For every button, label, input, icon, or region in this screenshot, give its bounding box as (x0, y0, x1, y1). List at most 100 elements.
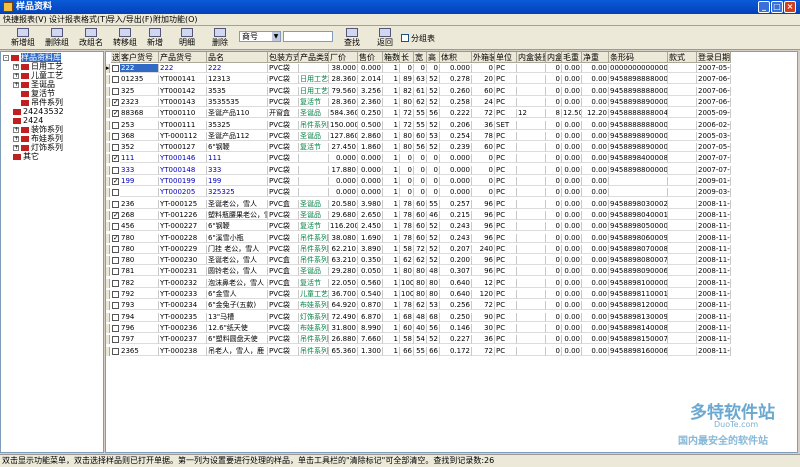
grid-cell[interactable]: 0 (400, 165, 414, 175)
grid-cell[interactable] (668, 256, 697, 266)
grid-cell[interactable]: YT-000112 (159, 131, 207, 141)
grid-cell[interactable] (517, 233, 546, 243)
grid-cell[interactable]: YT000142 (159, 86, 207, 96)
grid-cell[interactable] (517, 75, 546, 85)
grid-cell[interactable]: 46 (427, 210, 440, 220)
menu-quick-report[interactable]: 快捷报表(V) (3, 15, 47, 25)
row-indicator[interactable] (106, 312, 110, 322)
grid-cell[interactable]: PVC袋 (268, 346, 299, 356)
grid-cell[interactable]: 0.00 (562, 323, 582, 333)
row-select-checkbox[interactable] (112, 245, 119, 253)
grid-cell[interactable] (668, 222, 697, 232)
grid-cell[interactable]: 0.00 (562, 244, 582, 254)
row-indicator[interactable] (106, 165, 110, 175)
grid-cell[interactable]: 0 (546, 290, 562, 299)
grid-cell[interactable]: 30 (472, 323, 495, 333)
grid-cell[interactable]: 80 (400, 267, 414, 277)
rename-group-button[interactable]: 改组名 (76, 27, 106, 49)
grid-cell[interactable]: 222 (207, 64, 268, 73)
grid-cell[interactable]: 60 (414, 210, 427, 220)
grid-cell[interactable]: 0.00 (582, 165, 609, 175)
grid-cell[interactable]: PC (495, 256, 517, 266)
grid-cell[interactable]: YT-000234 (159, 301, 207, 311)
grid-cell[interactable]: 38.000 (329, 64, 358, 73)
grid-cell[interactable]: 3535 (207, 86, 268, 96)
grid-cell[interactable]: 0.215 (440, 210, 472, 220)
row-select-checkbox[interactable] (112, 144, 119, 152)
grid-cell[interactable]: 82 (400, 86, 414, 96)
grid-cell[interactable]: 79.560 (329, 86, 358, 96)
tree-node[interactable]: 复活节 (21, 90, 55, 98)
grid-cell[interactable]: 52 (427, 120, 440, 130)
grid-cell[interactable]: 9458898030002 (609, 199, 668, 209)
grid-cell[interactable] (668, 177, 697, 186)
grid-cell[interactable]: 100 (400, 290, 414, 299)
grid-cell[interactable]: 78 (400, 199, 414, 209)
grid-cell[interactable]: PC (495, 301, 517, 311)
grid-cell[interactable]: 236 (120, 199, 159, 209)
grid-cell[interactable]: 62 (414, 256, 427, 266)
grid-cell[interactable]: 2007-07-17 (697, 154, 731, 164)
grid-cell[interactable]: 52 (427, 143, 440, 153)
grid-cell[interactable]: 0 (546, 323, 562, 333)
grid-cell[interactable]: 1 (383, 301, 400, 311)
grid-cell[interactable]: 0.500 (358, 120, 383, 130)
grid-cell[interactable]: 0.222 (440, 109, 472, 119)
grid-cell[interactable]: 0 (400, 154, 414, 164)
grid-cell[interactable]: 2008-11-22 (697, 256, 731, 266)
grid-cell[interactable]: 60 (472, 143, 495, 153)
grid-cell[interactable]: 368 (120, 131, 159, 141)
grid-cell[interactable]: 3.980 (358, 199, 383, 209)
grid-cell[interactable]: PC (495, 86, 517, 96)
grid-cell[interactable]: 0.00 (582, 233, 609, 243)
grid-cell[interactable]: PC (495, 267, 517, 277)
grid-cell[interactable]: 36 (472, 120, 495, 130)
grid-cell[interactable]: 0.227 (440, 335, 472, 345)
grid-cell[interactable]: 日用工艺 (299, 86, 329, 96)
row-select-checkbox[interactable] (112, 200, 119, 208)
grid-cell[interactable]: 0 (546, 312, 562, 322)
grid-cell[interactable] (668, 244, 697, 254)
row-select-checkbox[interactable] (112, 223, 119, 231)
grid-cell[interactable]: 0 (427, 64, 440, 73)
grid-cell[interactable]: 29.280 (329, 267, 358, 277)
grid-cell[interactable]: 78 (472, 131, 495, 141)
grid-cell[interactable]: 0.00 (562, 97, 582, 107)
grid-cell[interactable]: 0.00 (562, 210, 582, 220)
grid-cell[interactable]: 96 (472, 222, 495, 232)
grid-cell[interactable] (668, 323, 697, 333)
grid-cell[interactable]: 2008-11-22 (697, 210, 731, 220)
grid-cell[interactable]: 0 (546, 165, 562, 175)
grid-cell[interactable]: 2365 (120, 346, 159, 356)
grid-cell[interactable]: 0.307 (440, 267, 472, 277)
grid-cell[interactable] (668, 290, 697, 299)
grid-cell[interactable]: 0.250 (440, 312, 472, 322)
grid-cell[interactable] (517, 188, 546, 198)
grid-cell[interactable]: 0.00 (582, 86, 609, 96)
grid-cell[interactable]: 0.540 (358, 290, 383, 299)
minimize-icon[interactable]: _ (758, 1, 770, 13)
grid-cell[interactable] (668, 188, 697, 198)
grid-cell[interactable]: 65.360 (329, 346, 358, 356)
row-select-checkbox[interactable] (112, 336, 119, 344)
grid-cell[interactable]: 0 (546, 86, 562, 96)
grid-cell[interactable]: 2007-06-09 (697, 75, 731, 85)
grid-cell[interactable]: PC (495, 210, 517, 220)
grid-cell[interactable]: 2008-11-22 (697, 278, 731, 288)
grid-cell[interactable]: 9458898800000 (609, 165, 668, 175)
grid-cell[interactable]: 0.00 (582, 210, 609, 220)
grid-cell[interactable]: 0.00 (562, 165, 582, 175)
grid-cell[interactable]: YT-000229 (159, 244, 207, 254)
grid-cell[interactable]: 0 (414, 165, 427, 175)
grid-cell[interactable]: 0.278 (440, 75, 472, 85)
tree-node[interactable]: + 布娃系列 (13, 135, 63, 143)
grid-cell[interactable]: 0.260 (440, 86, 472, 96)
grid-cell[interactable]: 1 (383, 177, 400, 186)
grid-cell[interactable]: 17.880 (329, 165, 358, 175)
row-select-checkbox[interactable]: ✓ (112, 178, 119, 185)
grid-cell[interactable] (517, 346, 546, 356)
grid-cell[interactable]: 9458898110001 (609, 290, 668, 299)
grid-cell[interactable]: 40 (414, 323, 427, 333)
grid-cell[interactable]: 12.20 (582, 109, 609, 119)
grid-cell[interactable]: 80 (427, 290, 440, 299)
